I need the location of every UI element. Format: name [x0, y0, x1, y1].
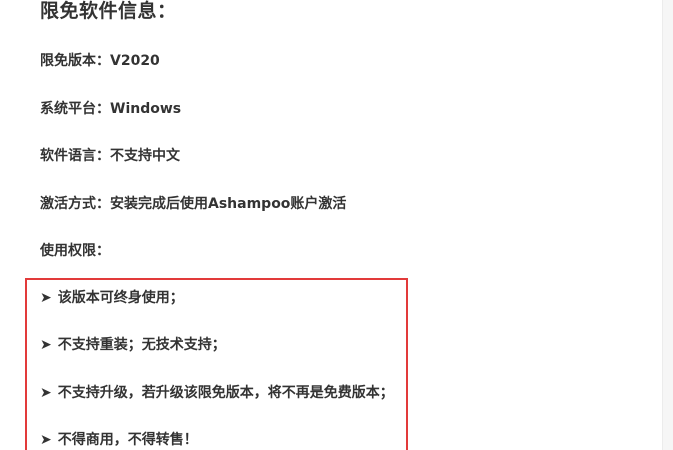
list-item: ➤ 不得商用，不得转售！ [40, 431, 198, 449]
info-value: Windows [110, 101, 182, 117]
info-label: 软件语言： [40, 148, 110, 164]
list-item-text: 该版本可终身使用； [57, 290, 184, 306]
arrow-bullet-icon: ➤ [40, 337, 52, 353]
info-label: 激活方式： [40, 196, 110, 212]
info-label: 限免版本： [40, 53, 110, 69]
info-version: 限免版本：V2020 [40, 52, 160, 70]
info-label: 系统平台： [40, 101, 110, 117]
info-label: 使用权限： [40, 243, 110, 259]
arrow-bullet-icon: ➤ [40, 290, 52, 306]
list-item-text: 不支持升级，若升级该限免版本，将不再是免费版本； [57, 385, 394, 401]
arrow-bullet-icon: ➤ [40, 385, 52, 401]
list-item: ➤ 该版本可终身使用； [40, 289, 184, 307]
vertical-scrollbar[interactable] [662, 0, 673, 450]
info-activation: 激活方式：安装完成后使用Ashampoo账户激活 [40, 195, 346, 213]
list-item-text: 不支持重装；无技术支持； [57, 337, 226, 353]
info-value: 不支持中文 [110, 148, 180, 164]
info-permissions: 使用权限： [40, 242, 110, 260]
info-language: 软件语言：不支持中文 [40, 147, 180, 165]
info-value: 安装完成后使用Ashampoo账户激活 [110, 196, 347, 212]
article-page: 限免软件信息： 限免版本：V2020 系统平台：Windows 软件语言：不支持… [0, 0, 673, 450]
info-value: V2020 [110, 53, 160, 69]
list-item-text: 不得商用，不得转售！ [57, 432, 198, 448]
list-item: ➤ 不支持升级，若升级该限免版本，将不再是免费版本； [40, 384, 394, 402]
section-heading: 限免软件信息： [40, 0, 177, 22]
list-item: ➤ 不支持重装；无技术支持； [40, 336, 226, 354]
info-platform: 系统平台：Windows [40, 100, 181, 118]
arrow-bullet-icon: ➤ [40, 432, 52, 448]
